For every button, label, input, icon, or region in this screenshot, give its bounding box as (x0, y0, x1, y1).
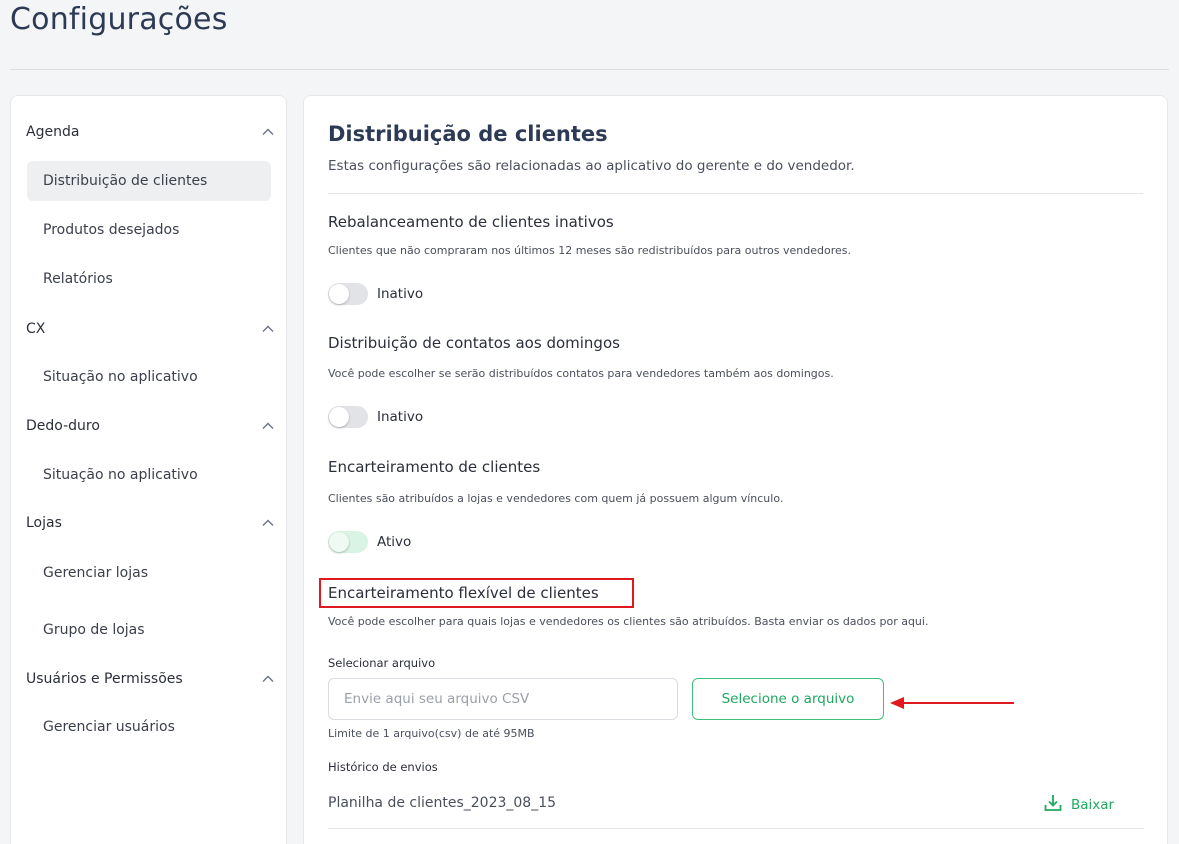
sidebar-item-dedo-duro-situacao-no-aplicativo[interactable]: Situação no aplicativo (27, 455, 271, 495)
rebalanceamento-toggle[interactable] (328, 283, 368, 305)
sidebar-item-label: Situação no aplicativo (43, 467, 198, 483)
sidebar-group-label: Lojas (26, 515, 62, 531)
encarteiramento-toggle-label: Ativo (377, 534, 412, 550)
history-file-name: Planilha de clientes_2023_08_15 (328, 795, 557, 811)
title-divider (10, 69, 1169, 70)
select-file-button[interactable]: Selecione o arquivo (692, 678, 884, 720)
setting-description-encarteiramento: Clientes são atribuídos a lojas e vended… (328, 492, 784, 505)
sidebar-item-produtos-desejados[interactable]: Produtos desejados (27, 210, 271, 250)
domingos-toggle[interactable] (328, 406, 368, 428)
sidebar-item-label: Gerenciar usuários (43, 719, 175, 735)
sidebar-group-label: Dedo-duro (26, 418, 100, 434)
section-title: Distribuição de clientes (328, 122, 608, 146)
sidebar-item-relatorios[interactable]: Relatórios (27, 259, 271, 299)
history-label: Histórico de envios (328, 760, 438, 774)
sidebar-item-label: Grupo de lojas (43, 622, 145, 638)
toggle-knob (329, 532, 349, 552)
domingos-toggle-label: Inativo (377, 409, 424, 425)
sidebar-group-label: CX (26, 321, 46, 337)
encarteiramento-toggle[interactable] (328, 531, 368, 553)
chevron-up-icon[interactable] (260, 321, 276, 337)
page-title: Configurações (10, 2, 228, 37)
chevron-up-icon[interactable] (260, 124, 276, 140)
sidebar-group-usuarios-e-permissoes[interactable]: Usuários e Permissões (26, 667, 276, 691)
sidebar-item-grupo-de-lojas[interactable]: Grupo de lojas (27, 610, 271, 650)
sidebar-group-dedo-duro[interactable]: Dedo-duro (26, 414, 276, 438)
sidebar-item-distribuicao-de-clientes[interactable]: Distribuição de clientes (27, 161, 271, 201)
chevron-up-icon[interactable] (260, 671, 276, 687)
sidebar-item-gerenciar-usuarios[interactable]: Gerenciar usuários (27, 707, 271, 747)
sidebar-item-label: Situação no aplicativo (43, 369, 198, 385)
section-divider (328, 193, 1143, 194)
sidebar-item-label: Gerenciar lojas (43, 565, 148, 581)
sidebar-group-lojas[interactable]: Lojas (26, 511, 276, 535)
setting-title-domingos: Distribuição de contatos aos domingos (328, 334, 620, 352)
sidebar-group-cx[interactable]: CX (26, 317, 276, 341)
sidebar-item-label: Distribuição de clientes (43, 173, 208, 189)
download-label: Baixar (1071, 797, 1115, 813)
csv-file-input[interactable] (328, 678, 678, 720)
sidebar-group-agenda[interactable]: Agenda (26, 120, 276, 144)
setting-description-encarteiramento-flexivel: Você pode escolher para quais lojas e ve… (328, 615, 929, 628)
download-link[interactable]: Baixar (1043, 793, 1114, 817)
red-arrow-icon (890, 697, 1014, 709)
rebalanceamento-toggle-label: Inativo (377, 286, 424, 302)
setting-description-domingos: Você pode escolher se serão distribuídos… (328, 367, 834, 380)
file-field-label: Selecionar arquivo (328, 656, 436, 670)
sidebar-item-cx-situacao-no-aplicativo[interactable]: Situação no aplicativo (27, 357, 271, 397)
chevron-up-icon[interactable] (260, 418, 276, 434)
setting-title-encarteiramento: Encarteiramento de clientes (328, 458, 541, 476)
settings-content-card: Distribuição de clientes Estas configura… (303, 95, 1168, 844)
sidebar-item-label: Relatórios (43, 271, 113, 287)
chevron-up-icon[interactable] (260, 515, 276, 531)
sidebar-item-label: Produtos desejados (43, 222, 180, 238)
setting-description-rebalanceamento: Clientes que não compraram nos últimos 1… (328, 244, 851, 257)
setting-title-encarteiramento-flexivel: Encarteiramento flexível de clientes (328, 584, 599, 602)
settings-sidebar: Agenda Distribuição de clientes Produtos… (10, 95, 287, 844)
sidebar-group-label: Usuários e Permissões (26, 671, 183, 687)
file-limit-text: Limite de 1 arquivo(csv) de até 95MB (328, 727, 535, 740)
toggle-knob (329, 407, 349, 427)
setting-title-rebalanceamento: Rebalanceamento de clientes inativos (328, 213, 614, 231)
section-description: Estas configurações são relacionadas ao … (328, 158, 855, 174)
sidebar-item-gerenciar-lojas[interactable]: Gerenciar lojas (27, 553, 271, 593)
download-icon (1043, 793, 1063, 817)
history-row-divider (328, 828, 1143, 829)
sidebar-group-label: Agenda (26, 124, 80, 140)
toggle-knob (329, 284, 349, 304)
